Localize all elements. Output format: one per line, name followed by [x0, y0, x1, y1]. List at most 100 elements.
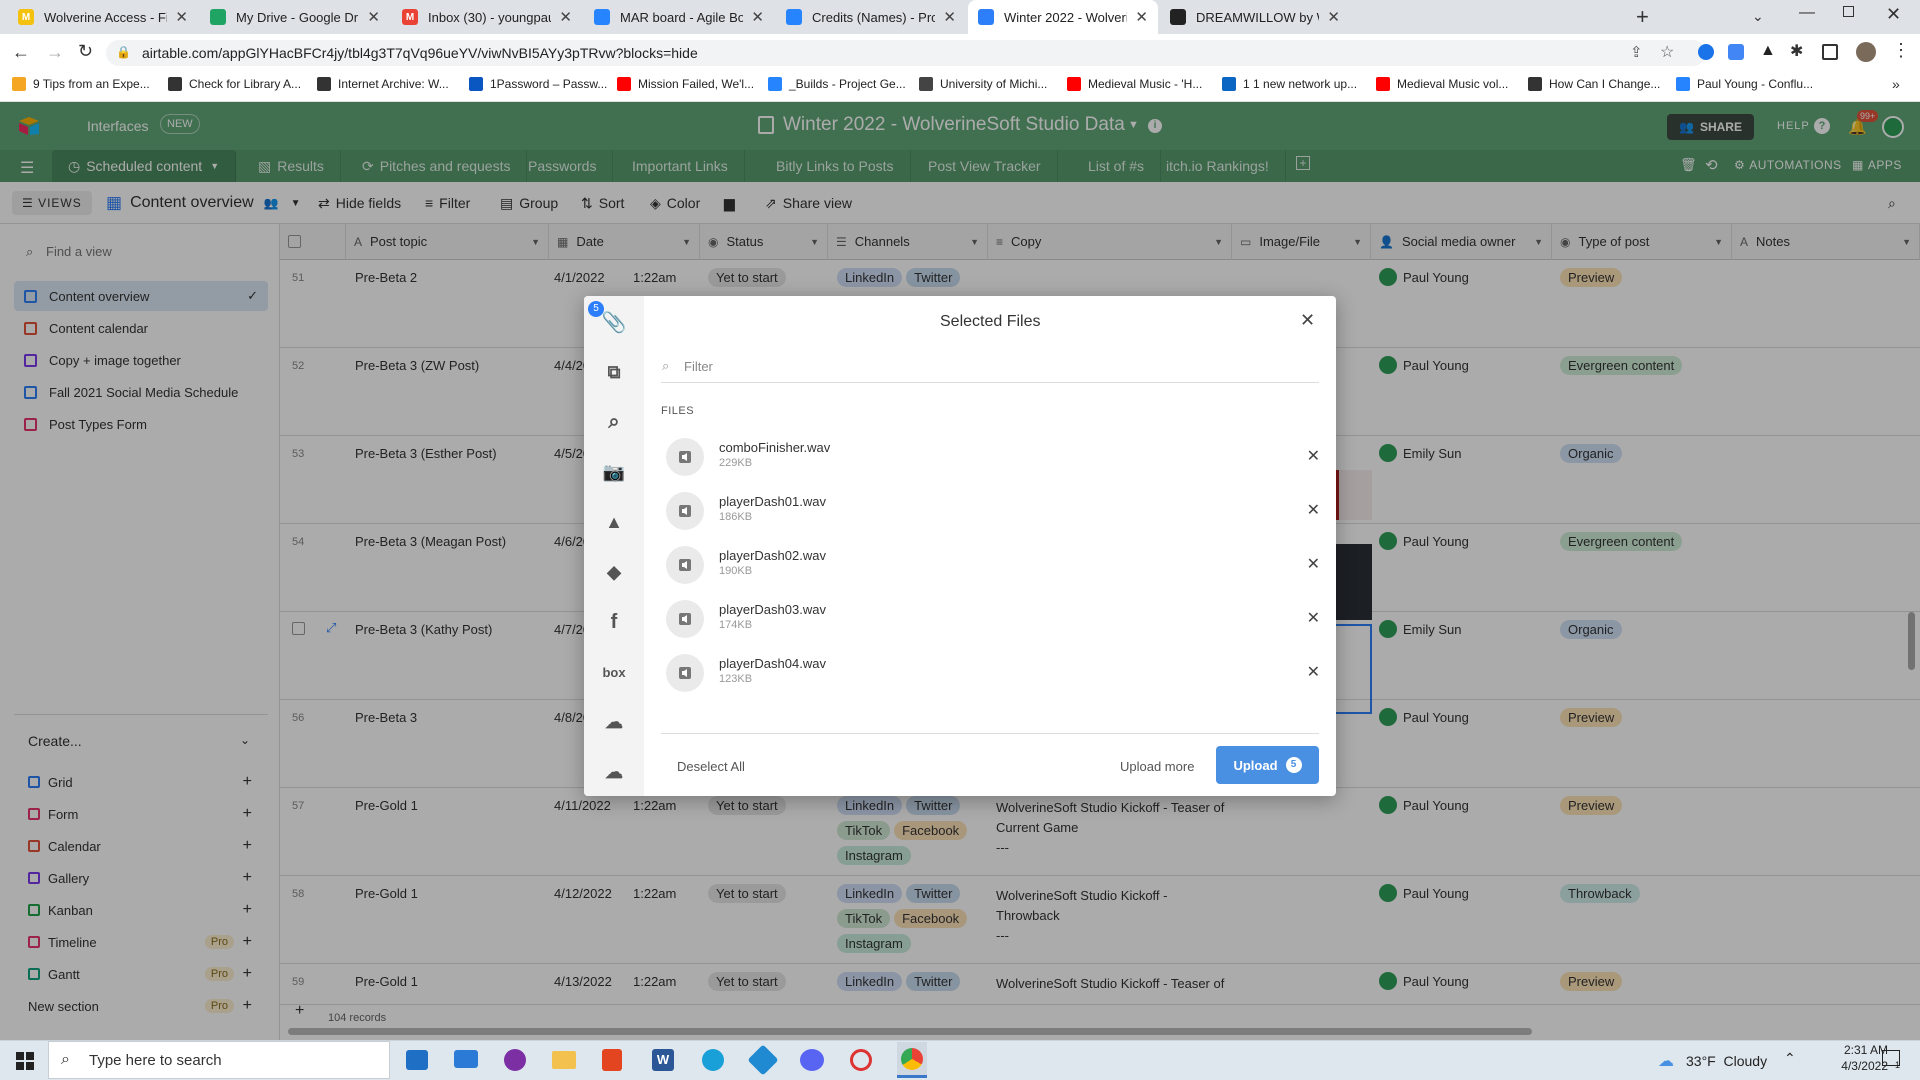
upload-more-button[interactable]: Upload more	[1120, 759, 1194, 774]
remove-file-icon[interactable]: ✕	[1307, 554, 1320, 574]
share-page-icon[interactable]: ⇪	[1630, 43, 1643, 61]
bookmark-item[interactable]: Internet Archive: W...	[317, 77, 449, 91]
box-icon[interactable]: box	[600, 658, 628, 686]
word-icon[interactable]: W	[652, 1049, 674, 1071]
filter-field[interactable]: ⌕ Filter	[661, 355, 1319, 383]
tab-close-icon[interactable]: ✕	[175, 8, 188, 26]
facebook-icon[interactable]: f	[600, 608, 628, 636]
upload-button[interactable]: Upload 5	[1216, 746, 1319, 784]
tab-search-icon[interactable]: ⌄	[1752, 8, 1764, 25]
maximize-button[interactable]	[1843, 6, 1854, 17]
bookmark-item[interactable]: 1 1 new network up...	[1222, 77, 1357, 91]
link-icon[interactable]: ⧉	[600, 358, 628, 386]
google-drive-icon[interactable]: ▲	[600, 508, 628, 536]
browser-tab[interactable]: M Wolverine Access - Find & Favorites ✕	[8, 0, 198, 34]
url-text: airtable.com/appGlYHacBFCr4jy/tbl4g3T7qV…	[142, 45, 698, 61]
file-item[interactable]: playerDash03.wav 174KB ✕	[660, 592, 1324, 646]
browser-tab[interactable]: My Drive - Google Drive ✕	[200, 0, 390, 34]
mail-icon[interactable]	[454, 1050, 478, 1068]
bookmark-item[interactable]: How Can I Change...	[1528, 77, 1660, 91]
deselect-all-button[interactable]: Deselect All	[677, 759, 745, 774]
tab-favicon-icon	[1170, 9, 1186, 25]
forward-icon[interactable]: →	[46, 42, 64, 63]
paperclip-icon[interactable]: 📎	[600, 308, 628, 336]
remove-file-icon[interactable]: ✕	[1307, 662, 1320, 682]
back-icon[interactable]: ←	[12, 42, 30, 63]
tab-favicon-icon: M	[402, 9, 418, 25]
filter-input[interactable]: Filter	[684, 359, 713, 374]
tab-close-icon[interactable]: ✕	[367, 8, 380, 26]
task-view-icon[interactable]	[406, 1050, 428, 1070]
profile-avatar[interactable]	[1856, 42, 1876, 62]
windows-start-icon[interactable]	[16, 1052, 34, 1070]
bookmark-star-icon[interactable]: ☆	[1660, 42, 1674, 62]
extension-icon[interactable]	[1698, 44, 1714, 60]
app-icon[interactable]	[850, 1049, 872, 1071]
file-item[interactable]: comboFinisher.wav 229KB ✕	[660, 430, 1324, 484]
file-explorer-icon[interactable]	[552, 1051, 576, 1069]
bookmark-item[interactable]: _Builds - Project Ge...	[768, 77, 906, 91]
url-field[interactable]: 🔒 airtable.com/appGlYHacBFCr4jy/tbl4g3T7…	[106, 40, 1706, 66]
app-icon[interactable]	[504, 1049, 526, 1071]
browser-tab[interactable]: Winter 2022 - WolverineSoft Studio ✕	[968, 0, 1158, 34]
audio-file-icon	[666, 654, 704, 692]
discord-icon[interactable]	[800, 1049, 824, 1071]
clock[interactable]: 2:31 AM 4/3/2022	[1812, 1043, 1888, 1073]
bookmark-item[interactable]: Paul Young - Conflu...	[1676, 77, 1813, 91]
bookmark-favicon-icon	[12, 77, 26, 91]
file-item[interactable]: playerDash01.wav 186KB ✕	[660, 484, 1324, 538]
bookmark-item[interactable]: 9 Tips from an Expe...	[12, 77, 150, 91]
extension-icon[interactable]	[1728, 44, 1744, 60]
bookmark-item[interactable]: Check for Library A...	[168, 77, 301, 91]
bookmarks-more-icon[interactable]: »	[1892, 76, 1900, 92]
file-item[interactable]: playerDash04.wav 123KB ✕	[660, 646, 1324, 700]
camera-icon[interactable]: 📷	[600, 458, 628, 486]
files-section-header: FILES	[661, 405, 695, 417]
remove-file-icon[interactable]: ✕	[1307, 500, 1320, 520]
close-modal-button[interactable]: ✕	[1300, 310, 1315, 331]
tab-title: Credits (Names) - Project Rage	[812, 9, 936, 25]
tab-close-icon[interactable]: ✕	[1135, 8, 1148, 26]
search-icon[interactable]: ⌕	[600, 408, 628, 436]
bookmark-item[interactable]: University of Michi...	[919, 77, 1047, 91]
remove-file-icon[interactable]: ✕	[1307, 608, 1320, 628]
bookmark-label: University of Michi...	[940, 77, 1048, 91]
weather-icon[interactable]: ☁	[1658, 1051, 1674, 1071]
browser-tab[interactable]: M Inbox (30) - youngpau@umich.edu ✕	[392, 0, 582, 34]
bookmark-favicon-icon	[1376, 77, 1390, 91]
browser-tab[interactable]: DREAMWILLOW by WolverineSoft ✕	[1160, 0, 1350, 34]
tab-title: Wolverine Access - Find & Favorites	[44, 9, 168, 25]
file-item[interactable]: playerDash02.wav 190KB ✕	[660, 538, 1324, 592]
bookmark-item[interactable]: Medieval Music - 'H...	[1067, 77, 1202, 91]
extension-icon[interactable]: ▲	[1760, 42, 1776, 60]
taskbar-search-field[interactable]: ⌕ Type here to search	[48, 1041, 390, 1079]
tab-close-icon[interactable]: ✕	[751, 8, 764, 26]
browser-tab[interactable]: Credits (Names) - Project Rage ✕	[776, 0, 966, 34]
tab-close-icon[interactable]: ✕	[943, 8, 956, 26]
tab-close-icon[interactable]: ✕	[559, 8, 572, 26]
browser-menu-icon[interactable]: ⋮	[1892, 40, 1910, 61]
bookmark-item[interactable]: Mission Failed, We'l...	[617, 77, 754, 91]
weather-text[interactable]: 33°F Cloudy	[1686, 1053, 1767, 1069]
browser-tab[interactable]: MAR board - Agile Board - Jira ✕	[584, 0, 774, 34]
cloud-icon[interactable]: ☁	[600, 758, 628, 786]
bookmark-favicon-icon	[1676, 77, 1690, 91]
onedrive-icon[interactable]: ☁	[600, 708, 628, 736]
bookmark-item[interactable]: 1Password – Passw...	[469, 77, 607, 91]
tab-close-icon[interactable]: ✕	[1327, 8, 1340, 26]
edge-icon[interactable]	[702, 1049, 724, 1071]
file-size: 174KB	[719, 619, 753, 631]
extensions-puzzle-icon[interactable]: ✱	[1790, 41, 1803, 61]
bookmark-item[interactable]: Medieval Music vol...	[1376, 77, 1508, 91]
side-panel-icon[interactable]	[1822, 44, 1838, 60]
new-tab-button[interactable]: +	[1636, 4, 1649, 30]
minimize-button[interactable]: —	[1799, 4, 1815, 22]
close-window-button[interactable]: ✕	[1886, 4, 1901, 25]
modal-backdrop	[0, 224, 280, 1040]
office-icon[interactable]	[602, 1049, 622, 1071]
chrome-taskbar-button[interactable]	[897, 1042, 927, 1078]
tray-chevron-icon[interactable]: ⌃	[1784, 1050, 1796, 1067]
remove-file-icon[interactable]: ✕	[1307, 446, 1320, 466]
dropbox-icon[interactable]: ◆	[600, 558, 628, 586]
reload-icon[interactable]: ↻	[78, 41, 93, 62]
